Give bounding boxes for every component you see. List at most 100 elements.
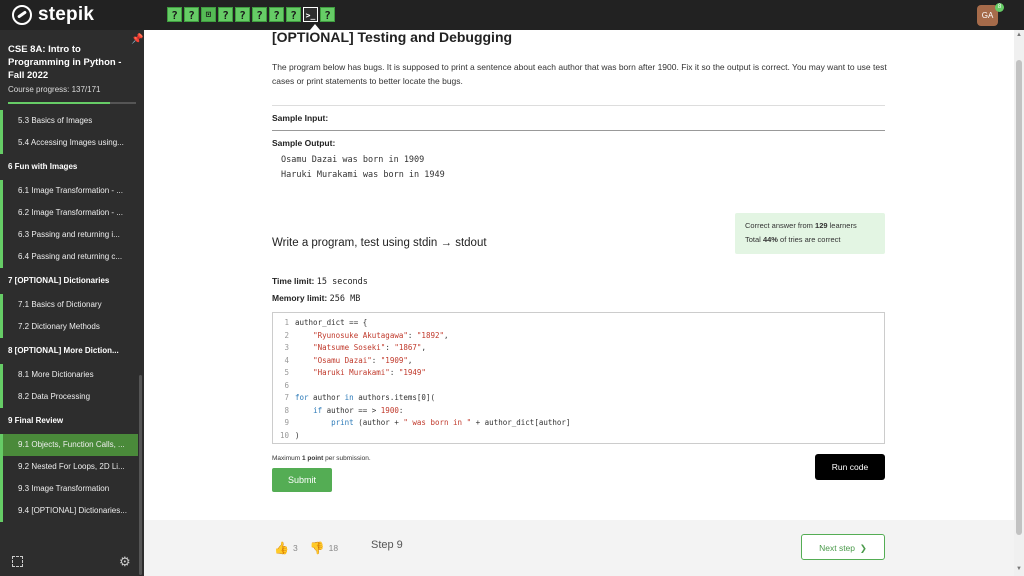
line-number: 1 [284,318,289,327]
line-number: 10 [279,430,289,440]
correct-answers-stat: Correct answer from 129 learners [745,221,857,230]
code-line[interactable]: 5 "Haruki Murakami": "1949" [273,367,884,380]
line-number: 6 [284,380,289,390]
notification-badge: 8 [995,3,1004,12]
sidebar-lesson[interactable]: 6.2 Image Transformation - ... [0,202,138,224]
sidebar-section[interactable]: 7 [OPTIONAL] Dictionaries [0,268,138,294]
divider [272,105,885,106]
code-line[interactable]: 10) [273,430,884,443]
task-description: The program below has bugs. It is suppos… [272,62,887,86]
page-scrollbar[interactable]: ▲ ▼ [1014,30,1024,576]
code-text: "Osamu Dazai": "1909", [313,355,413,365]
code-text: "Haruki Murakami": "1949" [313,368,426,377]
scroll-up-icon[interactable]: ▲ [1016,32,1022,38]
scroll-down-icon[interactable]: ▼ [1016,566,1022,572]
sidebar-lesson[interactable]: 5.3 Basics of Images [0,110,138,132]
code-line[interactable]: 7 for author in authors.items[0]( [273,392,884,405]
course-progress-text: Course progress: 137/171 [8,85,101,94]
line-number: 3 [284,343,289,352]
thumbs-up-icon[interactable]: 👍 [274,541,289,555]
gear-icon[interactable]: ⚙ [119,554,131,570]
sidebar-lesson[interactable]: 8.2 Data Processing [0,386,138,408]
code-text: if author == > 1900: [313,405,404,415]
course-sidebar: 📌 CSE 8A: Intro to Programming in Python… [0,30,144,576]
sidebar-section[interactable]: 9 Final Review [0,408,138,434]
sidebar-lesson[interactable]: 6.3 Passing and returning i... [0,224,138,246]
next-step-button[interactable]: Next step ❯ [801,534,885,560]
course-title[interactable]: CSE 8A: Intro to Programming in Python -… [8,43,136,82]
code-line[interactable]: 4 "Osamu Dazai": "1909", [273,355,884,368]
step-label: Step 9 [371,539,403,551]
step-content: [OPTIONAL] Testing and Debugging The pro… [144,29,1014,576]
sidebar-lesson[interactable]: 9.1 Objects, Function Calls, ... [0,434,138,456]
submit-button[interactable]: Submit [272,468,332,492]
top-navigation-bar: stepik ?? ⊡????? >_? GA 8 [0,0,1024,30]
course-progress-bar [8,102,136,104]
sidebar-lesson[interactable]: 9.4 [OPTIONAL] Dictionaries... [0,500,138,522]
divider [272,130,885,131]
dislike-count: 18 [328,543,339,553]
sidebar-lesson[interactable]: 7.2 Dictionary Methods [0,316,138,338]
sidebar-lesson[interactable]: 6.1 Image Transformation - ... [0,180,138,202]
code-text: print (author + " was born in " + author… [331,418,571,427]
step-navigation: ?? ⊡????? >_? [167,7,335,22]
step-footer: 👍 3 👎 18 Step 9 Next step ❯ [144,520,1014,576]
memory-limit: Memory limit: 256 MB [272,293,361,304]
course-progress-fill [8,102,111,104]
step-tile-2[interactable]: ? [184,7,199,22]
code-line[interactable]: 2 "Ryunosuke Akutagawa": "1892", [273,330,884,343]
sidebar-lesson[interactable]: 9.2 Nested For Loops, 2D Li... [0,456,138,478]
sidebar-lesson[interactable]: 9.3 Image Transformation [0,478,138,500]
code-text: "Natsume Soseki": "1867", [313,343,426,352]
sidebar-lesson[interactable]: 5.4 Accessing Images using... [0,132,138,154]
code-line[interactable]: 1 author_dict == { [273,317,884,330]
step-tile-10[interactable]: ? [320,7,335,22]
step-tile-3[interactable]: ⊡ [201,7,216,22]
limits: Time limit: 15 seconds Memory limit: 256… [272,273,368,307]
page-scrollbar-thumb[interactable] [1016,60,1022,535]
code-editor[interactable]: 1 author_dict == { 2 "Ryunosuke Akutagawa"… [272,312,885,444]
step-tile-7[interactable]: ? [269,7,284,22]
line-number: 9 [284,418,289,427]
logo-text: stepik [38,4,95,25]
step-tile-8[interactable]: ? [286,7,301,22]
fullscreen-icon[interactable] [12,556,23,567]
next-step-label: Next step [819,543,856,553]
step-tile-9[interactable]: >_ [303,7,318,22]
step-tile-4[interactable]: ? [218,7,233,22]
sidebar-lesson[interactable]: 6.4 Passing and returning c... [0,246,138,268]
stats-box: Correct answer from 129 learners Total 4… [735,213,885,254]
max-points-note: Maximum 1 point per submission. [272,455,371,462]
correct-tries-stat: Total 44% of tries are correct [745,235,841,244]
code-line[interactable]: 8 if author == > 1900: [273,405,884,418]
code-text: "Ryunosuke Akutagawa": "1892", [313,330,449,340]
sidebar-scrollbar[interactable] [139,375,142,575]
code-text: for author in authors.items[0]( [295,393,435,402]
task-heading: Write a program, test using stdin → stdo… [272,237,487,249]
line-number: 8 [284,405,289,415]
line-number: 7 [284,393,289,402]
code-line[interactable]: 6 [273,380,884,393]
run-code-button[interactable]: Run code [815,454,885,480]
step-tile-1[interactable]: ? [167,7,182,22]
chevron-right-icon: ❯ [857,543,867,553]
time-limit: Time limit: 15 seconds [272,276,368,287]
page-title: [OPTIONAL] Testing and Debugging [272,29,513,45]
sidebar-lesson[interactable]: 7.1 Basics of Dictionary [0,294,138,316]
line-number: 2 [284,330,289,340]
code-line[interactable]: 3 "Natsume Soseki": "1867", [273,342,884,355]
sidebar-section[interactable]: 6 Fun with Images [0,154,138,180]
code-line[interactable]: 9 print (author + " was born in " + auth… [273,417,884,430]
sample-output-text: Osamu Dazai was born in 1909 Haruki Mura… [281,155,445,180]
stepik-logo[interactable]: stepik [12,4,94,26]
reactions: 👍 3 👎 18 [274,541,338,555]
step-tile-5[interactable]: ? [235,7,250,22]
step-tile-6[interactable]: ? [252,7,267,22]
sidebar-lesson[interactable]: 8.1 More Dictionaries [0,364,138,386]
sidebar-section[interactable]: 8 [OPTIONAL] More Diction... [0,338,138,364]
line-number: 4 [284,355,289,365]
thumbs-down-icon[interactable]: 👎 [310,541,325,555]
sample-output-label: Sample Output: [272,138,336,148]
code-text: ) [295,430,300,440]
code-text: author_dict == { [295,318,368,327]
